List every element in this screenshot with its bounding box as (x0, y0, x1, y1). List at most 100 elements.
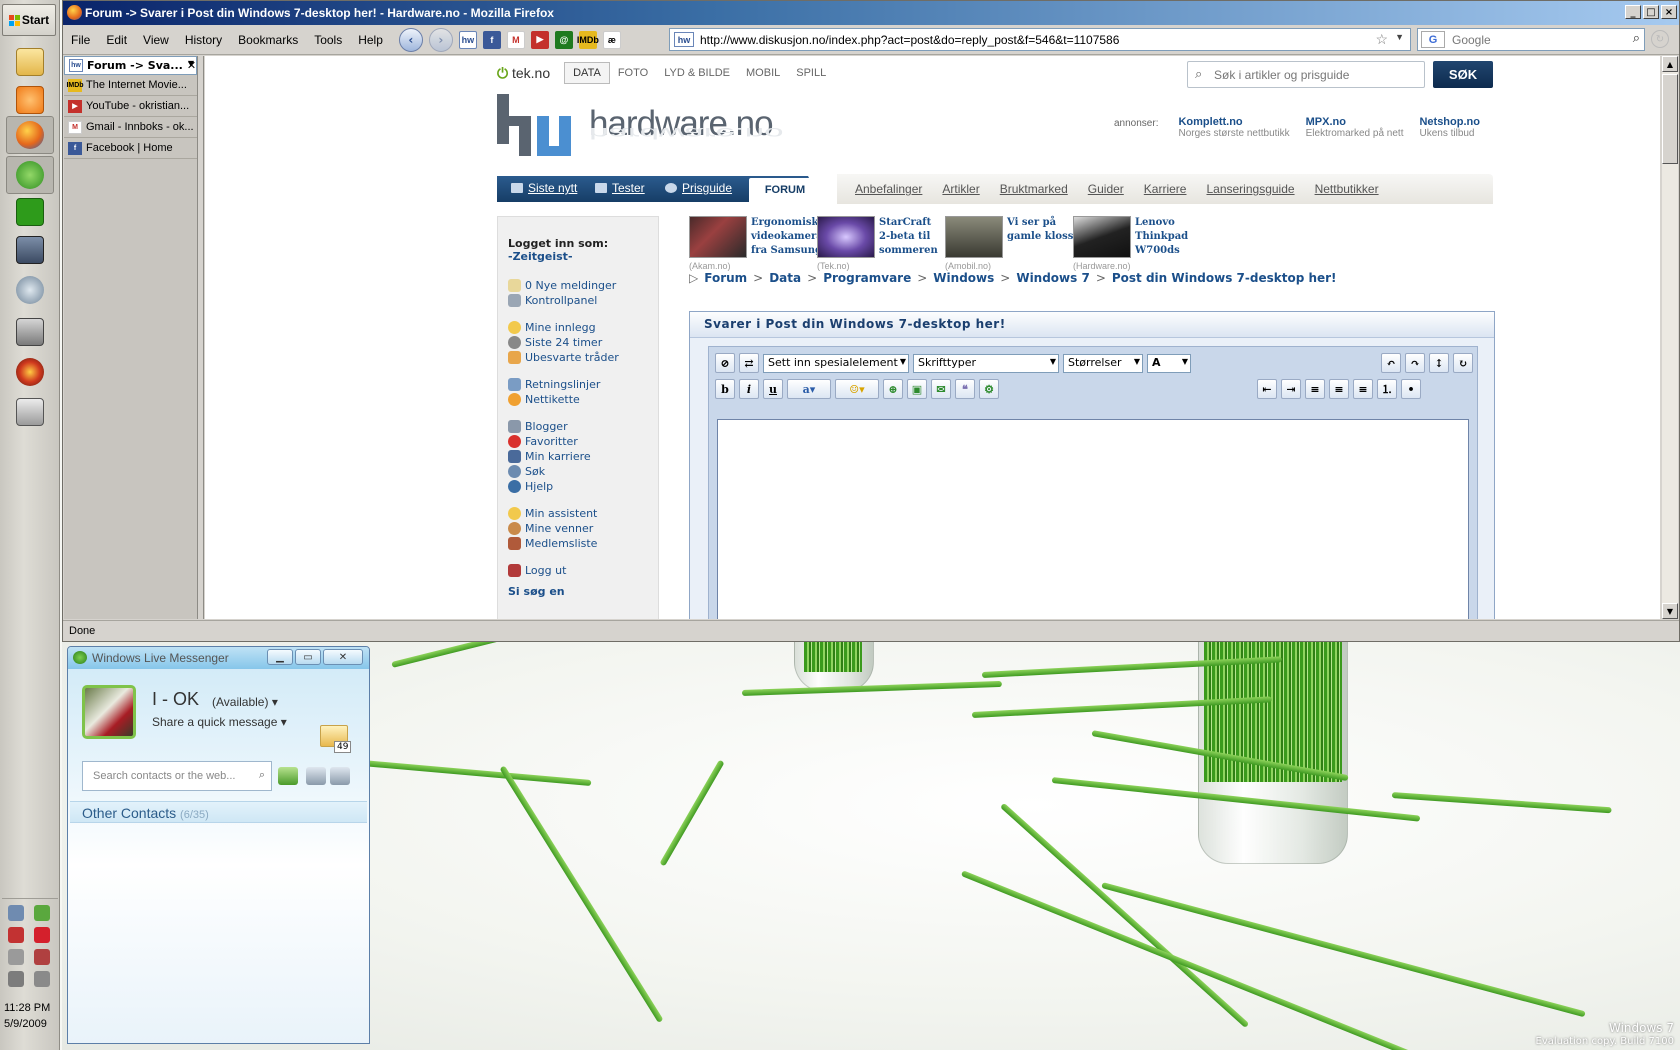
security-icon[interactable] (34, 905, 50, 921)
monitor-taskbar-icon[interactable] (13, 234, 47, 266)
ad-komplett[interactable]: Komplett.no Norges største nettbutikk (1178, 116, 1289, 139)
nav-forum[interactable]: FORUM (749, 178, 821, 202)
link-mine-venner[interactable]: Mine venner (508, 522, 593, 535)
menu-tools[interactable]: Tools (306, 33, 350, 47)
scroll-thumb[interactable] (1662, 74, 1678, 164)
layout-icon[interactable] (306, 767, 326, 785)
link-retningslinjer[interactable]: Retningslinjer (508, 378, 600, 391)
headset-taskbar-icon[interactable] (13, 274, 47, 306)
link-blogger[interactable]: Blogger (508, 420, 568, 433)
back-button[interactable]: ‹ (398, 27, 423, 52)
crumb-programvare[interactable]: Programvare (823, 271, 911, 285)
resize-icon[interactable]: ↕ (1429, 353, 1449, 373)
tek-logo[interactable]: ⏻ tek.no (497, 65, 550, 82)
nav-artikler[interactable]: Artikler (942, 182, 979, 196)
link-si-sog-en[interactable]: Si søg en (508, 585, 565, 598)
crumb-windows[interactable]: Windows (933, 271, 994, 285)
vertical-scrollbar[interactable]: ▲ ▼ (1662, 56, 1678, 619)
link-favoritter[interactable]: Favoritter (508, 435, 578, 448)
minimize-button[interactable]: _ (1625, 5, 1641, 19)
indent-icon[interactable]: ⇥ (1281, 379, 1301, 399)
search-icon[interactable]: ⌕ (1633, 30, 1640, 46)
status-selector[interactable]: (Available) ▾ (212, 695, 278, 709)
nav-anbefalinger[interactable]: Anbefalinger (855, 182, 922, 196)
crumb-forum[interactable]: Forum (704, 271, 747, 285)
facebook-bookmark-icon[interactable]: f (482, 30, 501, 49)
firefox-taskbar-icon[interactable] (6, 116, 54, 154)
app-tray-icon[interactable] (34, 927, 50, 943)
nav-bruktmarked[interactable]: Bruktmarked (1000, 182, 1068, 196)
bullet-list-icon[interactable]: • (1401, 379, 1421, 399)
hardware-logo[interactable]: hardware.no hardware.no (497, 94, 797, 164)
options-icon[interactable] (330, 767, 350, 785)
remove-format-icon[interactable]: ⊘ (715, 353, 735, 373)
forward-button[interactable]: › (428, 27, 453, 52)
italic-button[interactable]: i (739, 379, 759, 399)
link-logg-ut[interactable]: Logg ut (508, 564, 566, 577)
message-textarea[interactable] (717, 419, 1469, 619)
contact-group-header[interactable]: Other Contacts (6/35) (70, 801, 367, 823)
align-right-icon[interactable]: ≡ (1353, 379, 1373, 399)
start-button[interactable]: Start (2, 4, 56, 36)
volume-icon[interactable] (34, 971, 50, 987)
hw-bookmark-icon[interactable]: hw (458, 30, 477, 49)
menu-history[interactable]: History (177, 33, 230, 47)
toggle-mode-icon[interactable]: ⇄ (739, 353, 759, 373)
menu-file[interactable]: File (63, 33, 98, 47)
tab-close-icon[interactable]: ✕ (187, 59, 196, 72)
messenger-close-button[interactable]: ✕ (323, 649, 363, 665)
sidebar-tab-imdb[interactable]: IMDb The Internet Movie... (64, 75, 197, 96)
nav-tester[interactable]: Tester (595, 181, 645, 195)
link-min-assistent[interactable]: Min assistent (508, 507, 597, 520)
search-button[interactable]: SØK (1433, 61, 1493, 88)
news-item[interactable]: Lenovo Thinkpad W700ds (Hardware.no) (1073, 216, 1188, 271)
messenger-taskbar-icon[interactable] (6, 156, 54, 194)
category-lyd-bilde[interactable]: LYD & BILDE (656, 63, 738, 83)
undo-icon[interactable]: ↶ (1381, 353, 1401, 373)
quote-icon[interactable]: ❝ (955, 379, 975, 399)
clock[interactable]: 11:28 PM 5/9/2009 (4, 1000, 50, 1032)
menu-view[interactable]: View (135, 33, 177, 47)
news-item[interactable]: Vi ser på gamle klosser (Amobil.no) (945, 216, 1085, 271)
font-select[interactable]: Skrifttyper (913, 353, 1059, 373)
link-medlemsliste[interactable]: Medlemsliste (508, 537, 597, 550)
nav-nettbutikker[interactable]: Nettbutikker (1315, 182, 1379, 196)
display-name[interactable]: I - OK (152, 689, 199, 710)
link-min-karriere[interactable]: Min karriere (508, 450, 591, 463)
insert-code-icon[interactable]: ⚙ (979, 379, 999, 399)
search-box[interactable]: G Google ⌕ (1417, 28, 1645, 51)
media-player-taskbar-icon[interactable] (13, 84, 47, 116)
contact-search-input[interactable]: Search contacts or the web... ⌕ (82, 761, 272, 791)
ae-bookmark-icon[interactable]: æ (602, 30, 621, 49)
category-mobil[interactable]: MOBIL (738, 63, 788, 83)
nav-karriere[interactable]: Karriere (1144, 182, 1187, 196)
news-item[interactable]: Ergonomisk videokamera fra Samsung (Akam.n… (689, 216, 823, 271)
utorrent-taskbar-icon[interactable] (13, 196, 47, 228)
sidebar-tab-forum[interactable]: hw Forum -> Sva... ✕ (64, 56, 197, 75)
sidebar-tab-gmail[interactable]: M Gmail - Innboks - ok... (64, 117, 197, 138)
bold-button[interactable]: b (715, 379, 735, 399)
link-nye-meldinger[interactable]: 0 Nye meldinger (508, 279, 616, 292)
category-foto[interactable]: FOTO (610, 63, 656, 83)
alert-icon[interactable] (8, 927, 24, 943)
network-icon[interactable] (8, 905, 24, 921)
nav-siste-nytt[interactable]: Siste nytt (511, 181, 577, 195)
flag-icon[interactable] (8, 949, 24, 965)
link-ubesvarte[interactable]: Ubesvarte tråder (508, 351, 619, 364)
insert-email-icon[interactable]: ✉ (931, 379, 951, 399)
outdent-icon[interactable]: ⇤ (1257, 379, 1277, 399)
link-sok[interactable]: Søk (508, 465, 545, 478)
scroll-up-icon[interactable]: ▲ (1662, 56, 1678, 72)
redo-icon[interactable]: ↷ (1405, 353, 1425, 373)
font-style-icon[interactable]: a▾ (787, 379, 831, 399)
site-search-input[interactable]: ⌕ Søk i artikler og prisguide (1187, 61, 1425, 88)
link-kontrollpanel[interactable]: Kontrollpanel (508, 294, 597, 307)
imdb-bookmark-icon[interactable]: IMDb (577, 30, 599, 49)
messenger-title-bar[interactable]: Windows Live Messenger ▁ ▭ ✕ (68, 647, 369, 669)
refresh-icon[interactable]: ↻ (1453, 353, 1473, 373)
add-contact-icon[interactable] (278, 767, 298, 785)
power-icon[interactable] (34, 949, 50, 965)
sidebar-tab-youtube[interactable]: ▶ YouTube - okristian... (64, 96, 197, 117)
nav-prisguide[interactable]: Prisguide (665, 181, 732, 195)
emoticon-icon[interactable]: ☺▾ (835, 379, 879, 399)
